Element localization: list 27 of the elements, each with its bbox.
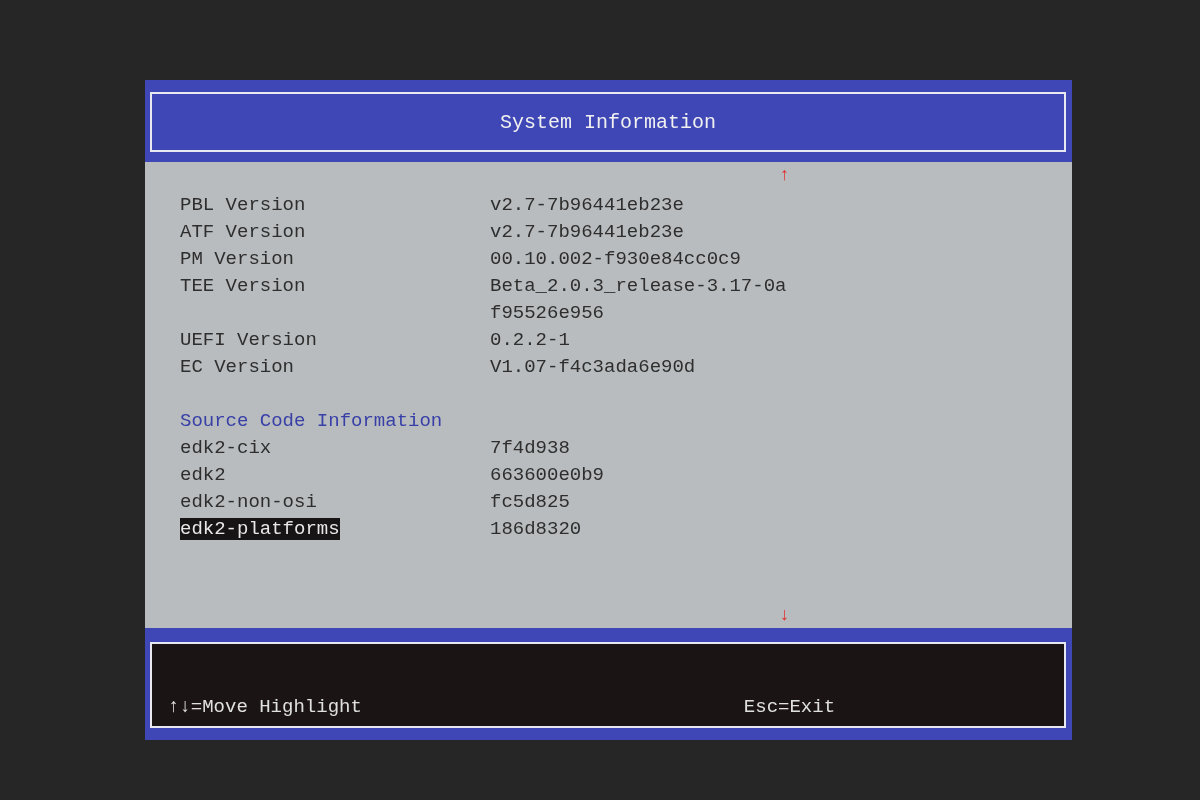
field-value: 0.2.2-1 xyxy=(490,328,570,353)
help-text: ↑↓=Move Highlight xyxy=(168,696,362,718)
field-label: EC Version xyxy=(180,356,295,378)
menu-item[interactable]: edk2-non-osi xyxy=(180,491,317,513)
field-value: v2.7-7b96441eb23e xyxy=(490,220,684,245)
field-value: fc5d825 xyxy=(490,490,570,515)
field-value: Beta_2.0.3_release-3.17-0a xyxy=(490,274,787,299)
field-value: 00.10.002-f930e84cc0c9 xyxy=(490,247,741,272)
field-label: UEFI Version xyxy=(180,329,317,351)
menu-item[interactable]: edk2-cix xyxy=(180,437,272,459)
field-value: 7f4d938 xyxy=(490,436,570,461)
window-title: System Information xyxy=(499,110,716,134)
field-label: ATF Version xyxy=(180,221,306,243)
menu-item[interactable]: edk2-platforms xyxy=(180,518,340,540)
field-value: 663600e0b9 xyxy=(490,463,605,488)
section-heading: Source Code Information xyxy=(180,409,443,434)
help-text: Esc=Exit xyxy=(743,696,836,718)
scroll-up-indicator: ↑ xyxy=(779,166,790,184)
scroll-down-indicator: ↓ xyxy=(779,606,790,624)
field-value: 186d8320 xyxy=(490,517,582,542)
field-value: v2.7-7b96441eb23e xyxy=(490,193,684,218)
field-value: f95526e956 xyxy=(490,301,606,326)
field-value: V1.07-f4c3ada6e90d xyxy=(490,355,696,380)
menu-item[interactable]: edk2 xyxy=(180,464,226,486)
field-label: PBL Version xyxy=(180,194,306,216)
field-label: PM Version xyxy=(180,248,295,270)
field-label: TEE Version xyxy=(180,275,306,297)
